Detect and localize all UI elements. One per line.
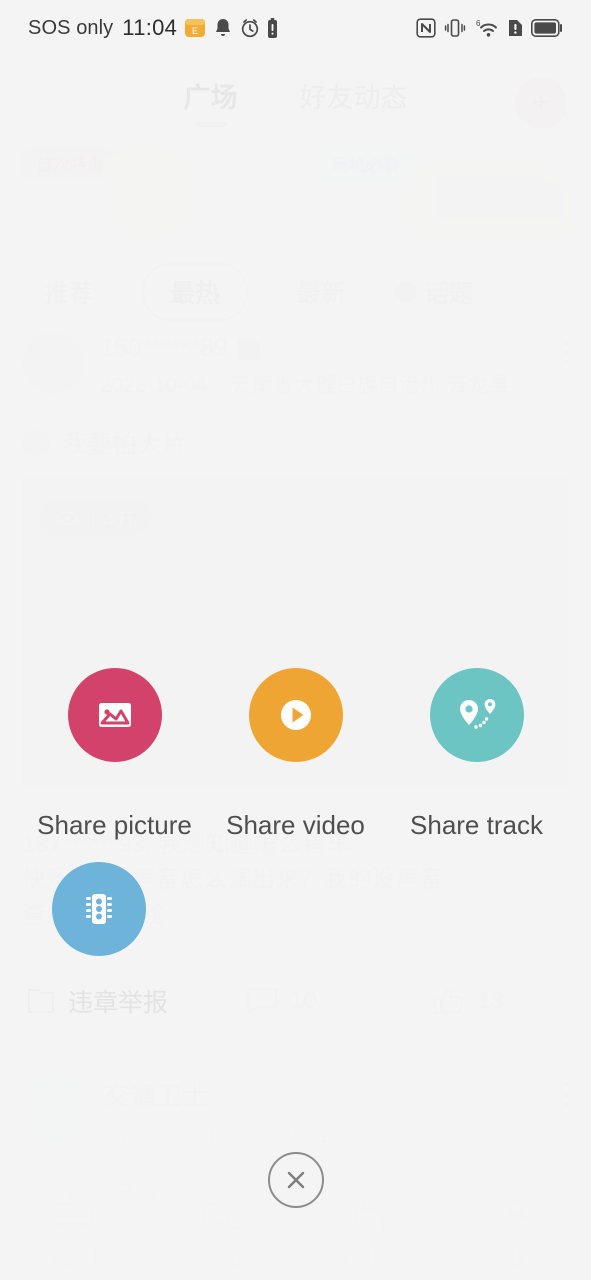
- svg-text:E: E: [192, 26, 198, 36]
- track-icon: [459, 699, 495, 729]
- share-track-circle: [429, 668, 524, 762]
- carrier-label: SOS only: [28, 16, 114, 39]
- battery-icon: [531, 19, 563, 37]
- nfc-icon: [416, 18, 436, 38]
- modal-dim-overlay[interactable]: [0, 0, 591, 1280]
- share-video-circle: [248, 668, 343, 762]
- app-screen: SOS only 11:04 E 6 Share picture Share v…: [0, 0, 591, 1280]
- violation-report-circle: [52, 862, 146, 956]
- share-picture-option[interactable]: Share picture: [35, 668, 195, 841]
- vibrate-icon: [444, 18, 466, 38]
- wifi6-icon: 6: [474, 18, 500, 39]
- bell-icon: [213, 18, 233, 39]
- alarm-icon: [240, 18, 260, 38]
- share-video-option[interactable]: Share video: [216, 668, 376, 841]
- share-track-label: Share track: [410, 810, 543, 840]
- svg-text:6: 6: [476, 19, 481, 28]
- share-video-label: Share video: [226, 810, 365, 840]
- picture-icon: [98, 703, 131, 727]
- violation-report-option[interactable]: [52, 862, 146, 956]
- status-bar-left: SOS only 11:04 E: [28, 15, 278, 41]
- play-icon: [280, 700, 311, 730]
- battery-saver-icon: [267, 17, 278, 39]
- traffic-light-icon: [86, 894, 112, 924]
- sim-alert-icon: [508, 18, 523, 38]
- status-bar-right: 6: [416, 18, 563, 39]
- share-picture-circle: [67, 668, 162, 762]
- share-picture-label: Share picture: [37, 810, 192, 840]
- share-track-option[interactable]: Share track: [397, 668, 557, 841]
- close-icon: [287, 1171, 304, 1189]
- close-sheet-button[interactable]: [267, 1152, 324, 1208]
- share-options-row: Share picture Share video Share track: [0, 668, 591, 841]
- clock-label: 11:04: [122, 15, 178, 40]
- calendar-icon: E: [184, 17, 206, 39]
- status-bar: SOS only 11:04 E 6: [0, 0, 591, 56]
